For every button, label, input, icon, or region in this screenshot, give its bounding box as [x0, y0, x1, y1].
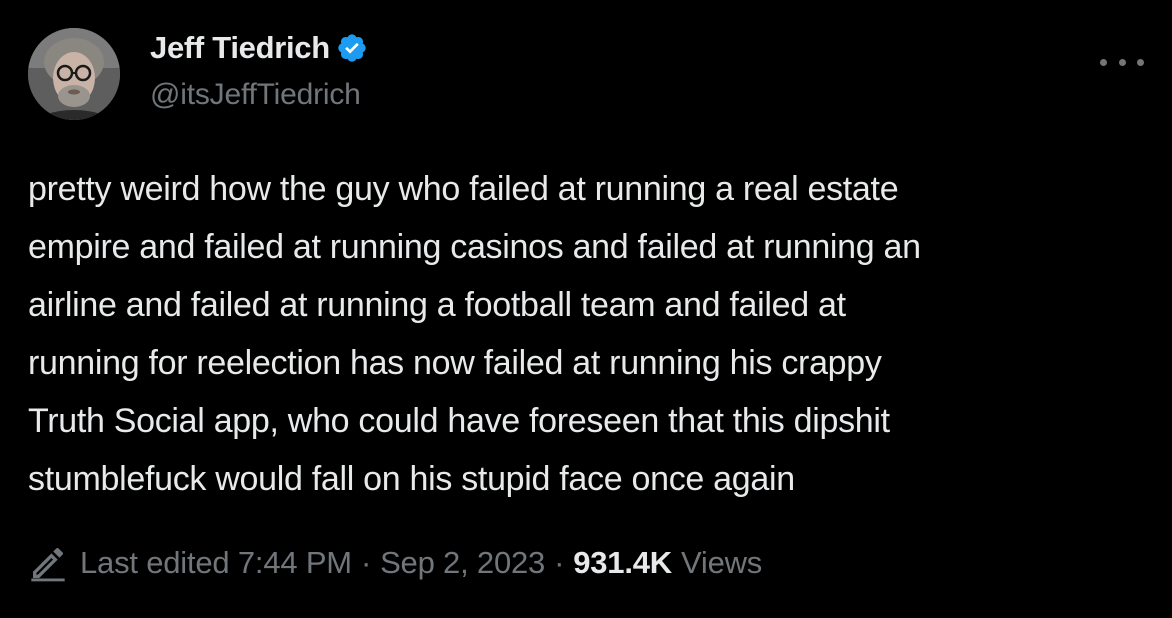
author-display-name[interactable]: Jeff Tiedrich: [150, 30, 330, 66]
tweet-card: Jeff Tiedrich @itsJeffTiedrich pretty we…: [0, 0, 1172, 618]
tweet-text-line: empire and failed at running casinos and…: [28, 228, 921, 266]
more-dot: [1100, 58, 1107, 66]
tweet-meta: Last edited 7:44 PM · Sep 2, 2023 · 931.…: [28, 540, 762, 586]
views-label: Views: [680, 545, 763, 580]
verified-badge-icon[interactable]: [336, 32, 368, 64]
avatar[interactable]: [28, 28, 120, 120]
views-count: 931.4K: [573, 545, 672, 580]
more-horizontal-icon[interactable]: [1100, 50, 1144, 74]
avatar-image: [28, 28, 120, 120]
author-name-row: Jeff Tiedrich: [150, 28, 368, 68]
more-dot: [1137, 58, 1144, 66]
author-handle[interactable]: @itsJeffTiedrich: [150, 78, 361, 112]
tweet-text-line: Truth Social app, who could have foresee…: [28, 402, 890, 440]
tweet-text-line: pretty weird how the guy who failed at r…: [28, 170, 899, 208]
tweet-text: pretty weird how the guy who failed at r…: [28, 160, 1143, 508]
tweet-date-link[interactable]: Sep 2, 2023: [380, 545, 545, 581]
meta-separator: ·: [554, 545, 565, 580]
tweet-text-line: stumblefuck would fall on his stupid fac…: [28, 460, 795, 498]
more-dot: [1118, 58, 1126, 66]
edited-time-link[interactable]: Last edited 7:44 PM: [80, 545, 352, 581]
tweet-text-line: airline and failed at running a football…: [28, 286, 846, 324]
meta-separator: ·: [360, 545, 372, 580]
pencil-icon[interactable]: [28, 543, 68, 583]
tweet-text-line: running for reelection has now failed at…: [28, 344, 882, 382]
